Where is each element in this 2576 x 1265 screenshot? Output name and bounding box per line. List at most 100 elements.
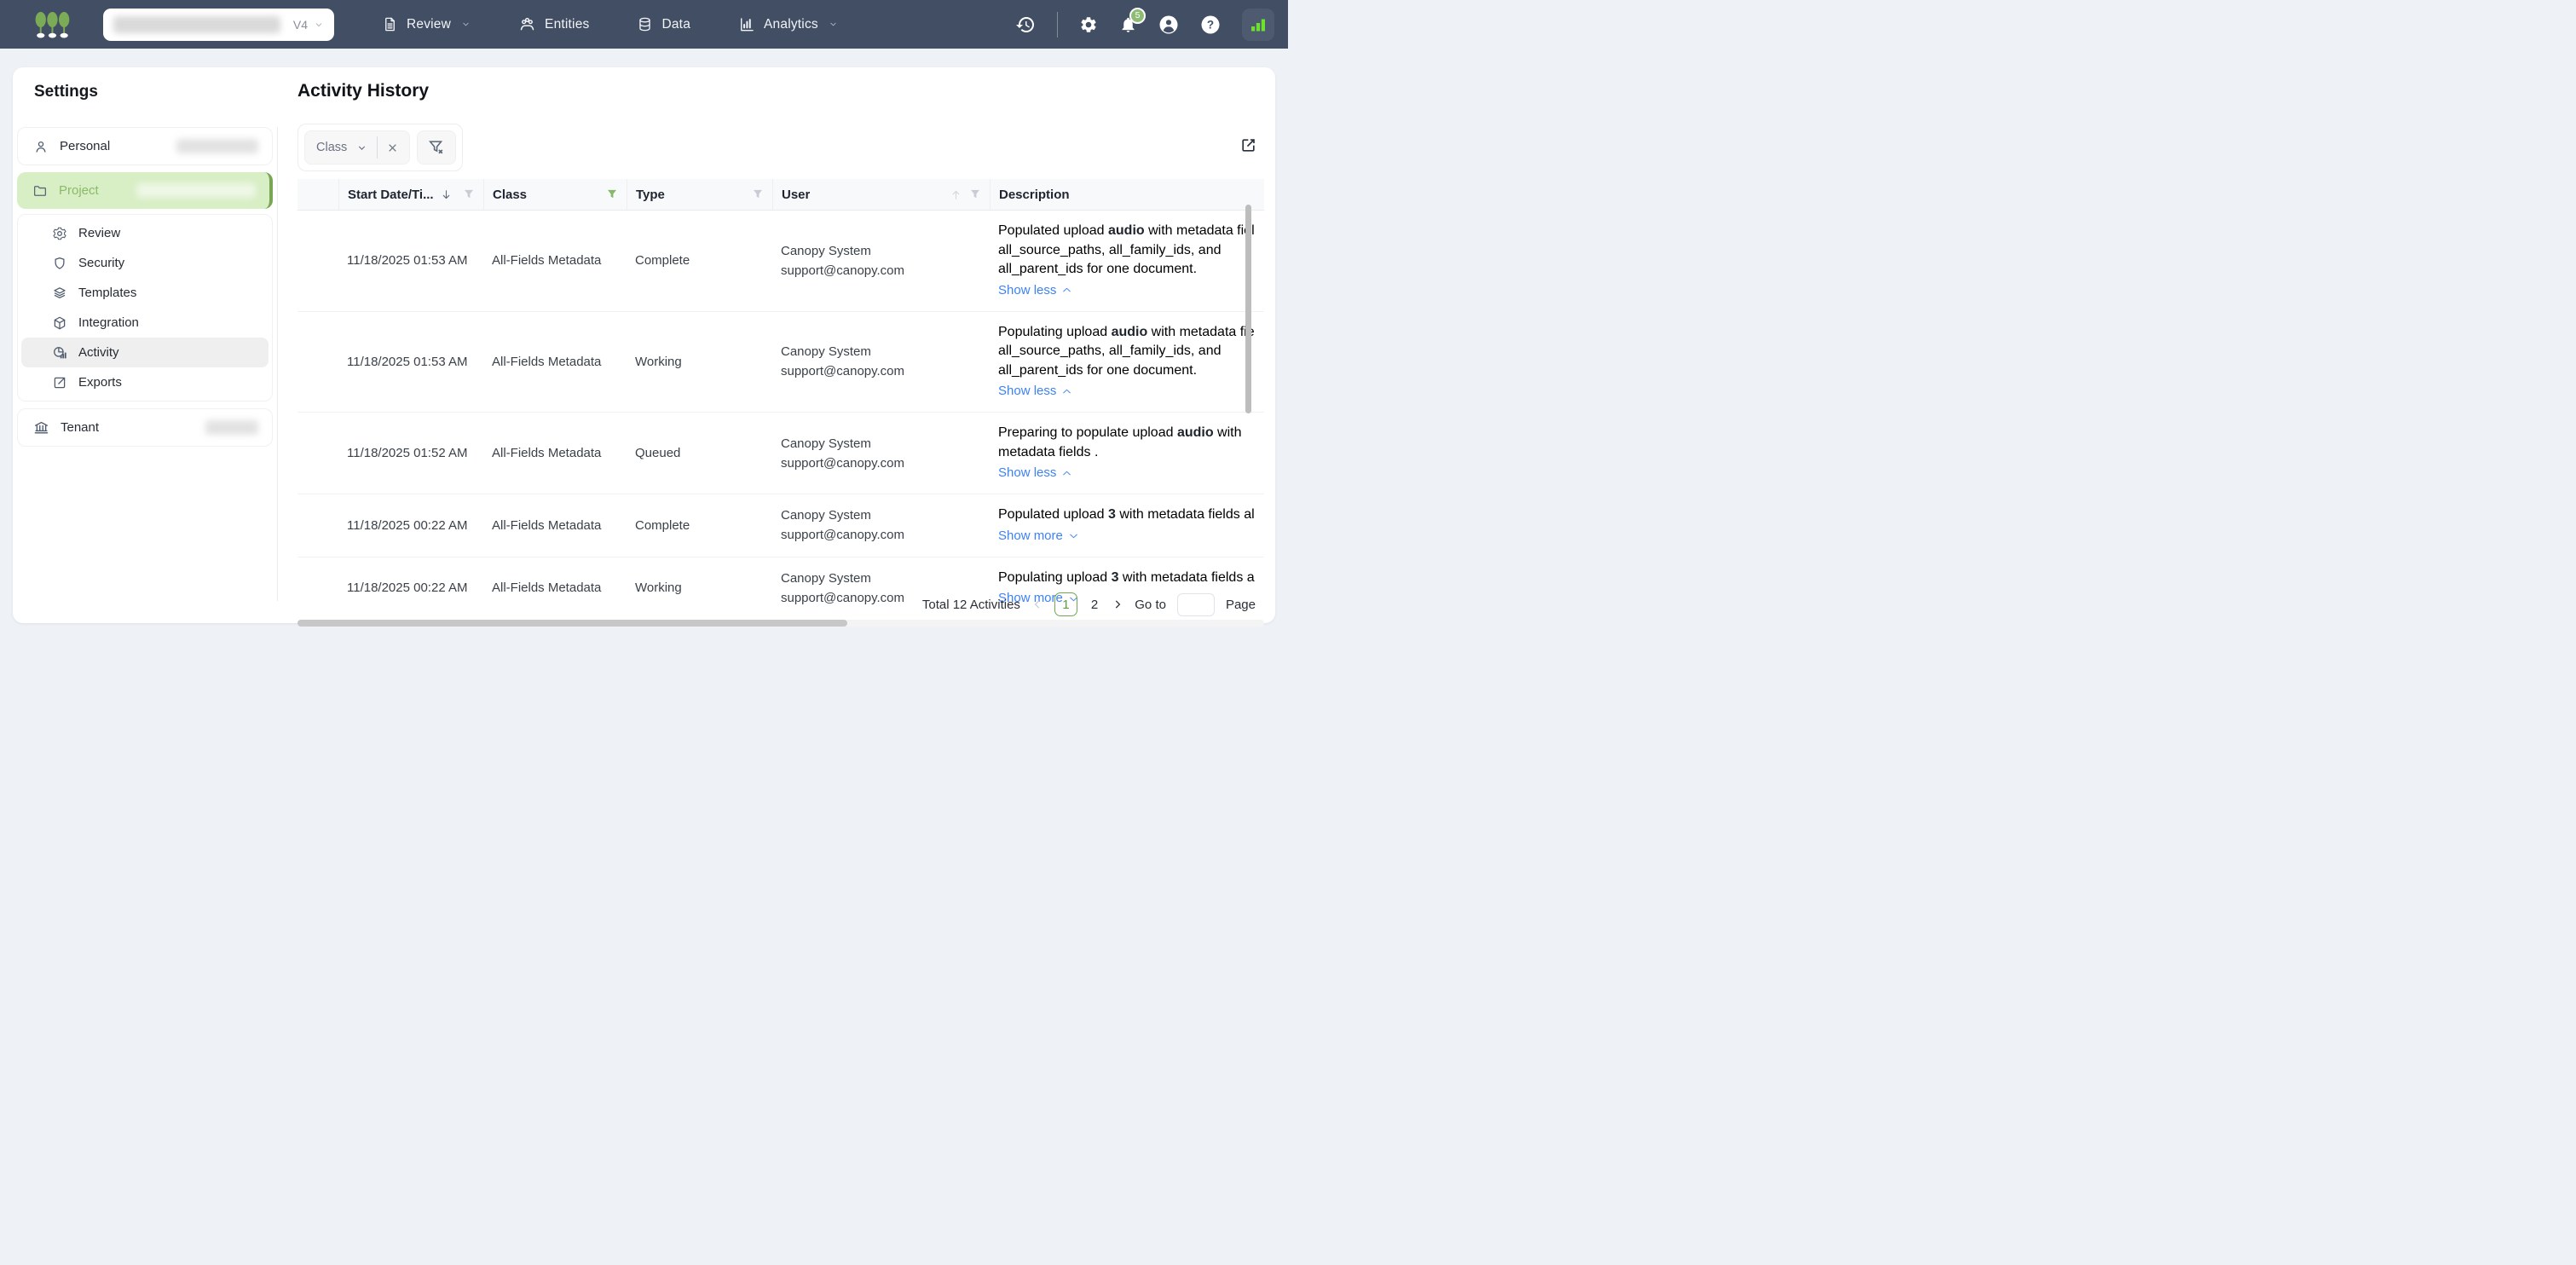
- column-label: Start Date/Ti...: [348, 187, 434, 202]
- start-date-cell: 11/18/2025 00:22 AM: [347, 517, 468, 533]
- primary-nav: Review Entities Data Analytics: [382, 15, 838, 33]
- sidebar-item-label: Activity: [78, 345, 119, 360]
- export-activity-icon[interactable]: [1239, 136, 1257, 154]
- table-header-row: Start Date/Ti... Class Type User Description: [297, 179, 1264, 211]
- nav-item-entities[interactable]: Entities: [518, 15, 589, 33]
- settings-sidebar: Settings Personal Project Review Security Te…: [13, 67, 277, 623]
- sidebar-item-activity[interactable]: Activity: [21, 338, 269, 367]
- goto-page-input[interactable]: [1176, 592, 1215, 616]
- start-date-cell: 11/18/2025 01:53 AM: [347, 354, 468, 369]
- show-less-link[interactable]: Show less: [998, 281, 1072, 300]
- sidebar-item-label: Tenant: [61, 420, 100, 435]
- column-header-type[interactable]: Type: [627, 179, 772, 210]
- filter-funnel-icon-active[interactable]: [606, 188, 618, 200]
- description-line: Populating upload audio with metadata fi…: [998, 324, 1255, 339]
- filter-funnel-icon[interactable]: [969, 188, 981, 200]
- user-name: Canopy System: [781, 436, 871, 451]
- sidebar-item-label: Integration: [78, 315, 139, 330]
- next-page-icon[interactable]: [1112, 598, 1123, 610]
- nav-item-review[interactable]: Review: [382, 16, 471, 32]
- class-cell: All-Fields Metadata: [492, 581, 602, 596]
- filter-funnel-icon[interactable]: [752, 188, 764, 200]
- type-cell: Complete: [635, 253, 690, 269]
- sidebar-item-tenant[interactable]: Tenant: [21, 413, 269, 442]
- expand-cell: [297, 557, 338, 620]
- sidebar-group-project-sub: Review Security Templates Integration Activi…: [17, 214, 273, 401]
- table-row: 11/18/2025 01:53 AM All-Fields Metadata Wo…: [297, 312, 1264, 413]
- nav-divider: [1057, 11, 1058, 38]
- sidebar-item-exports[interactable]: Exports: [21, 367, 269, 397]
- show-less-link[interactable]: Show less: [998, 382, 1072, 401]
- user-cell: Canopy System support@canopy.com: [772, 494, 990, 557]
- show-toggle-label: Show less: [998, 465, 1057, 480]
- sidebar-title: Settings: [34, 83, 98, 101]
- chevron-down-icon[interactable]: [356, 142, 367, 153]
- column-label: Description: [999, 187, 1070, 202]
- sidebar-item-personal[interactable]: Personal: [21, 131, 269, 161]
- sort-descending-icon[interactable]: [440, 188, 453, 201]
- class-cell: All-Fields Metadata: [492, 354, 602, 369]
- export-icon: [52, 375, 67, 390]
- show-toggle-label: Show less: [998, 384, 1057, 398]
- type-cell: Working: [635, 581, 682, 596]
- activity-history-panel: Activity History Class Start Date/Ti... …: [277, 67, 1276, 627]
- column-header-expand: [297, 179, 338, 210]
- user-circle-icon[interactable]: [1158, 14, 1179, 35]
- chevron-up-icon: [1061, 386, 1072, 397]
- column-header-class[interactable]: Class: [483, 179, 627, 210]
- project-search-select[interactable]: V4: [103, 8, 334, 41]
- gear-icon[interactable]: [1079, 15, 1098, 34]
- nav-item-data[interactable]: Data: [637, 16, 690, 32]
- bank-icon: [33, 419, 49, 436]
- sidebar-item-integration[interactable]: Integration: [21, 308, 269, 338]
- vertical-scrollbar-thumb[interactable]: [1245, 205, 1251, 413]
- user-email: support@canopy.com: [781, 590, 905, 605]
- column-header-start[interactable]: Start Date/Ti...: [338, 179, 483, 210]
- clear-all-filters-button[interactable]: [417, 130, 457, 165]
- description-line: Populated upload 3 with metadata fields …: [998, 507, 1255, 522]
- remove-filter-icon[interactable]: [387, 142, 398, 153]
- sort-ascending-icon[interactable]: [950, 188, 962, 201]
- sidebar-group-personal-card: Personal: [17, 127, 273, 165]
- page-number-2[interactable]: 2: [1089, 598, 1100, 612]
- file-text-icon: [382, 16, 398, 32]
- column-header-description[interactable]: Description: [990, 179, 1264, 210]
- help-icon[interactable]: ?: [1200, 14, 1221, 35]
- goto-label: Go to: [1135, 597, 1166, 612]
- nav-item-analytics[interactable]: Analytics: [738, 16, 838, 33]
- sidebar-item-review[interactable]: Review: [21, 218, 269, 248]
- expand-cell: [297, 211, 338, 311]
- column-label: Class: [493, 187, 528, 202]
- nav-right-icons: 5 ?: [1015, 7, 1288, 41]
- history-icon[interactable]: [1015, 14, 1036, 35]
- column-header-user[interactable]: User: [772, 179, 990, 210]
- horizontal-scrollbar-thumb[interactable]: [297, 620, 847, 627]
- page-number-1-current[interactable]: 1: [1054, 592, 1077, 616]
- show-toggle-label: Show more: [998, 528, 1063, 543]
- previous-page-icon[interactable]: [1031, 598, 1043, 610]
- bell-icon[interactable]: 5: [1119, 7, 1146, 34]
- sidebar-item-label: Personal: [60, 139, 111, 153]
- sidebar-item-label: Exports: [78, 375, 122, 390]
- table-row: 11/18/2025 01:52 AM All-Fields Metadata Qu…: [297, 413, 1264, 494]
- sidebar-item-label: Review: [78, 226, 121, 240]
- nav-item-label: Data: [661, 16, 691, 32]
- canopy-logo-icon[interactable]: [28, 10, 78, 39]
- chevron-up-icon: [1061, 285, 1072, 296]
- show-more-link[interactable]: Show more: [998, 527, 1079, 546]
- user-cell: Canopy System support@canopy.com: [772, 211, 990, 311]
- bar-chart-icon: [738, 16, 755, 33]
- chevron-down-icon: [461, 20, 471, 29]
- sidebar-item-security[interactable]: Security: [21, 248, 269, 278]
- sidebar-item-templates[interactable]: Templates: [21, 278, 269, 308]
- description-line: all_source_paths, all_family_ids, and: [998, 344, 1222, 358]
- usage-chart-icon[interactable]: [1242, 8, 1274, 41]
- sidebar-item-project[interactable]: Project: [20, 176, 266, 205]
- expand-cell: [297, 312, 338, 413]
- description-cell: Populating upload audio with metadata fi…: [990, 312, 1264, 413]
- filter-funnel-icon[interactable]: [463, 188, 475, 200]
- box-icon: [52, 315, 67, 331]
- show-less-link[interactable]: Show less: [998, 464, 1072, 482]
- redacted-project-name: [113, 15, 280, 33]
- class-filter-chip[interactable]: Class: [304, 130, 411, 165]
